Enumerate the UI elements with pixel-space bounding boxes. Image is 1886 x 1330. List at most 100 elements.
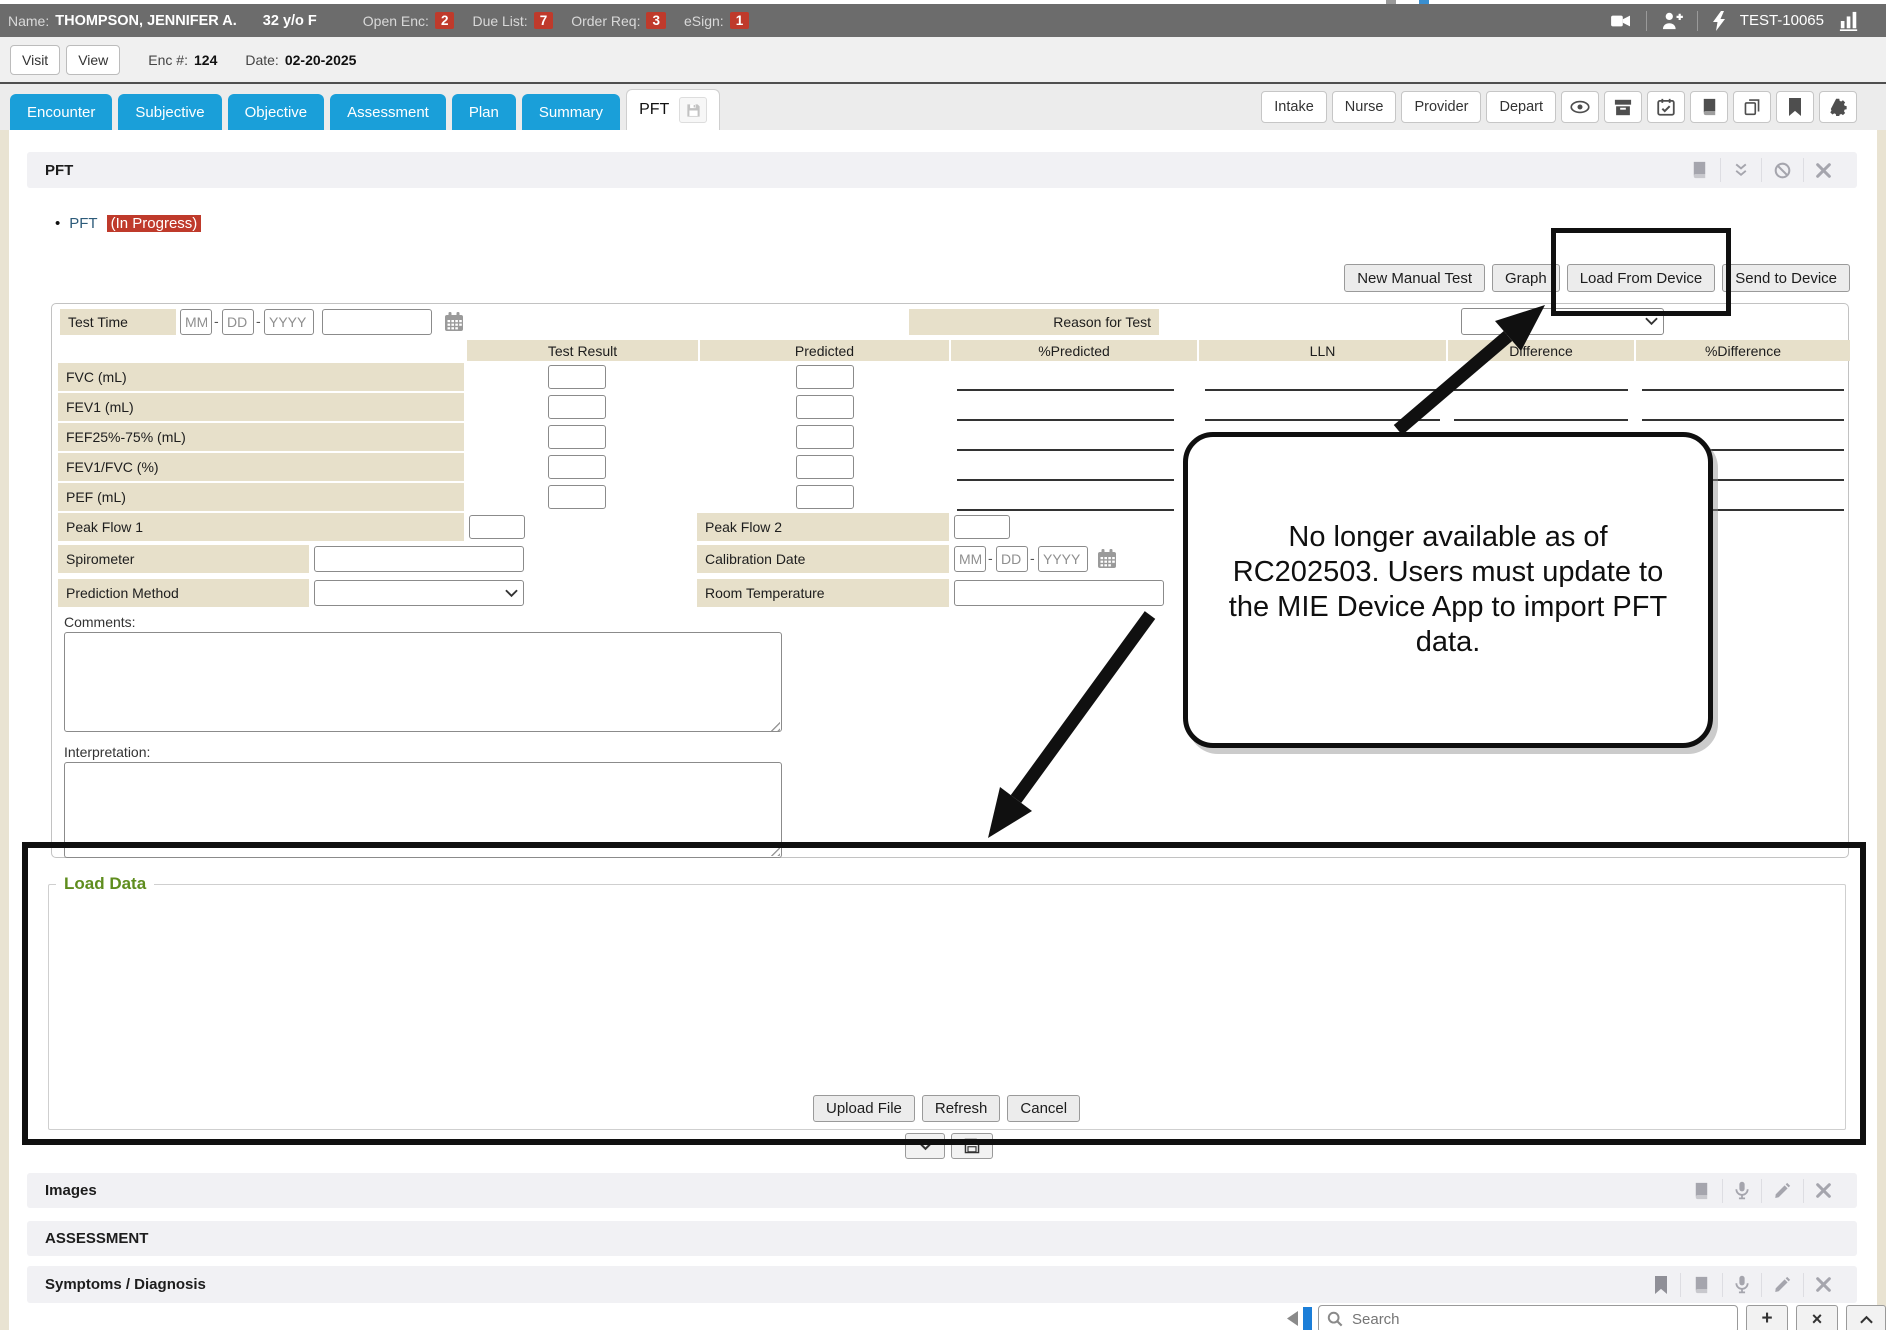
no-entry-icon[interactable] (1762, 162, 1803, 179)
provider-button[interactable]: Provider (1401, 91, 1481, 123)
chevron-down-icon (505, 589, 518, 598)
images-title: Images (45, 1182, 97, 1199)
calendar-check-icon[interactable] (1647, 91, 1685, 123)
close-icon[interactable] (1804, 163, 1843, 178)
bookmark-icon[interactable] (1776, 91, 1814, 123)
fvc-predicted-input[interactable] (796, 365, 854, 389)
peak-flow-2-input[interactable] (954, 515, 1010, 539)
tab-encounter[interactable]: Encounter (10, 94, 112, 130)
tab-assessment[interactable]: Assessment (330, 94, 446, 130)
print-chart-icon[interactable] (1681, 1276, 1722, 1294)
collapse-up-button[interactable] (1846, 1305, 1886, 1330)
depart-button[interactable]: Depart (1486, 91, 1556, 123)
visit-button[interactable]: Visit (10, 45, 60, 75)
print-chart-icon[interactable] (1679, 161, 1720, 179)
test-time-month-input[interactable] (180, 309, 212, 335)
book-icon[interactable] (1690, 91, 1728, 123)
fev1-predicted-input[interactable] (796, 395, 854, 419)
eye-icon[interactable] (1561, 91, 1599, 123)
tab-subjective[interactable]: Subjective (118, 94, 221, 130)
microphone-icon[interactable] (1723, 1275, 1761, 1294)
fev1-test-result-input[interactable] (548, 395, 606, 419)
fev1-fvc-test-result-input[interactable] (548, 455, 606, 479)
calibration-month-input[interactable] (954, 546, 986, 572)
refresh-button[interactable]: Refresh (922, 1095, 1001, 1122)
collapse-section-button[interactable] (905, 1133, 945, 1159)
test-time-time-input[interactable] (322, 309, 432, 335)
lightning-icon[interactable] (1712, 11, 1726, 31)
close-icon[interactable] (1804, 1183, 1843, 1198)
patient-header-bar: Name: THOMPSON, JENNIFER A. 32 y/o F Ope… (0, 4, 1886, 37)
reason-for-test-select[interactable] (1461, 308, 1664, 335)
calendar-icon[interactable] (444, 311, 464, 332)
open-enc-label: Open Enc: (363, 13, 429, 29)
order-req-count[interactable]: 3 (646, 12, 666, 29)
add-diagnosis-button[interactable]: + (1746, 1305, 1788, 1330)
fev1-fvc-pct-predicted-line (957, 479, 1174, 481)
nurse-button[interactable]: Nurse (1332, 91, 1397, 123)
microphone-icon[interactable] (1723, 1181, 1761, 1200)
fev1-fvc-predicted-input[interactable] (796, 455, 854, 479)
video-camera-icon[interactable] (1610, 12, 1632, 30)
view-button[interactable]: View (66, 45, 120, 75)
close-icon[interactable] (1804, 1277, 1843, 1292)
search-input[interactable] (1350, 1310, 1737, 1329)
peak-flow-1-input[interactable] (469, 515, 525, 539)
new-manual-test-button[interactable]: New Manual Test (1344, 264, 1485, 292)
graph-button[interactable]: Graph (1492, 264, 1560, 292)
pef-predicted-input[interactable] (796, 485, 854, 509)
col-header-lln: LLN (1199, 340, 1446, 361)
col-header-predicted: Predicted (700, 340, 949, 361)
fef-predicted-input[interactable] (796, 425, 854, 449)
fev1-lln-line (1205, 419, 1440, 421)
pft-item-link[interactable]: PFT (69, 215, 97, 232)
tab-objective[interactable]: Objective (228, 94, 325, 130)
intake-button[interactable]: Intake (1261, 91, 1327, 123)
edit-pencil-icon[interactable] (1762, 1182, 1803, 1199)
load-from-device-button[interactable]: Load From Device (1567, 264, 1716, 292)
load-data-buttons: Upload File Refresh Cancel (813, 1095, 1080, 1122)
settings-gears-icon[interactable] (1819, 91, 1857, 123)
bookmark-icon[interactable] (1642, 1276, 1680, 1294)
col-header-pct-predicted: %Predicted (951, 340, 1197, 361)
edit-pencil-icon[interactable] (1762, 1276, 1803, 1293)
archive-box-icon[interactable] (1604, 91, 1642, 123)
due-list-count[interactable]: 7 (534, 12, 554, 29)
col-header-difference: Difference (1448, 340, 1634, 361)
pft-section-title: PFT (45, 162, 73, 179)
comments-textarea[interactable] (64, 632, 782, 732)
collapse-double-chevron-icon[interactable] (1721, 162, 1761, 178)
send-to-device-button[interactable]: Send to Device (1722, 264, 1850, 292)
topbar-separator (1697, 11, 1698, 31)
diagnosis-search-box[interactable] (1318, 1305, 1738, 1330)
bar-chart-icon[interactable] (1838, 11, 1860, 31)
tab-pft-active[interactable]: PFT (626, 89, 720, 130)
open-enc-count[interactable]: 2 (435, 12, 455, 29)
divider-handle[interactable] (1303, 1307, 1312, 1330)
test-time-year-input[interactable] (264, 309, 314, 335)
tab-summary[interactable]: Summary (522, 94, 620, 130)
chevron-left-icon[interactable] (1286, 1311, 1299, 1326)
cancel-button[interactable]: Cancel (1007, 1095, 1080, 1122)
fvc-test-result-input[interactable] (548, 365, 606, 389)
clear-button[interactable]: × (1796, 1305, 1838, 1330)
prediction-method-select[interactable] (314, 580, 524, 606)
tab-save-button[interactable] (679, 97, 707, 123)
copy-pages-icon[interactable] (1733, 91, 1771, 123)
spirometer-input[interactable] (314, 546, 524, 572)
fef-test-result-input[interactable] (548, 425, 606, 449)
print-chart-icon[interactable] (1681, 1182, 1722, 1200)
test-time-day-input[interactable] (222, 309, 254, 335)
save-section-button[interactable] (951, 1133, 993, 1159)
tab-plan[interactable]: Plan (452, 94, 516, 130)
interpretation-textarea[interactable] (64, 762, 782, 858)
add-person-icon[interactable] (1661, 11, 1683, 30)
pef-test-result-input[interactable] (548, 485, 606, 509)
esign-count[interactable]: 1 (730, 12, 750, 29)
calibration-year-input[interactable] (1038, 546, 1088, 572)
room-temperature-input[interactable] (954, 580, 1164, 606)
load-data-legend: Load Data (56, 874, 154, 894)
calendar-icon[interactable] (1097, 548, 1117, 569)
upload-file-button[interactable]: Upload File (813, 1095, 915, 1122)
calibration-day-input[interactable] (996, 546, 1028, 572)
